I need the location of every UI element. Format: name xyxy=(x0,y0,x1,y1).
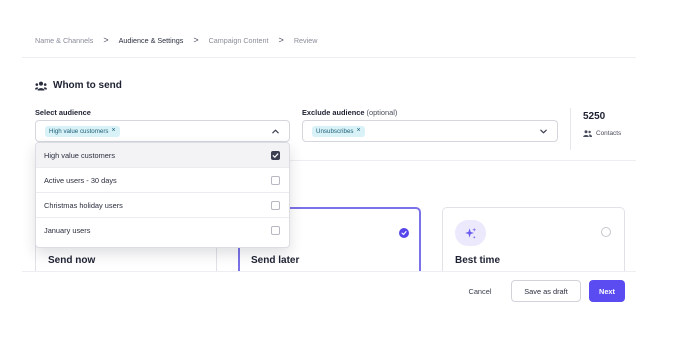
card-title: Send later xyxy=(251,255,300,266)
check-icon xyxy=(272,152,279,158)
select-audience-field[interactable]: High value customers × xyxy=(35,120,290,142)
check-icon xyxy=(401,231,407,236)
next-button[interactable]: Next xyxy=(589,280,625,302)
chevron-up-icon[interactable] xyxy=(271,127,280,136)
breadcrumb-separator-icon: > xyxy=(103,35,109,45)
breadcrumb-separator-icon: > xyxy=(193,35,199,45)
option-label: Christmas holiday users xyxy=(44,200,123,210)
contacts-label-text: Contacts xyxy=(596,130,622,137)
save-draft-button[interactable]: Save as draft xyxy=(511,280,581,302)
contacts-divider xyxy=(570,108,571,150)
dropdown-option[interactable]: January users xyxy=(36,218,289,243)
breadcrumb-name-channels[interactable]: Name & Channels xyxy=(35,36,93,45)
audience-chip-label: High value customers xyxy=(49,127,109,135)
chevron-down-icon[interactable] xyxy=(539,127,548,136)
exclude-audience-field[interactable]: Unsubscribes × xyxy=(302,120,558,142)
dropdown-option[interactable]: High value customers xyxy=(36,143,289,168)
contacts-icon xyxy=(583,130,592,137)
exclude-audience-label: Exclude audience (optional) xyxy=(302,108,397,117)
footer-divider xyxy=(22,271,636,272)
select-audience-label: Select audience xyxy=(35,108,91,117)
option-label: January users xyxy=(44,226,91,235)
optional-label: (optional) xyxy=(366,108,398,117)
card-title: Best time xyxy=(455,255,501,266)
breadcrumb-separator-icon: > xyxy=(278,35,284,45)
checkbox-checked[interactable] xyxy=(271,150,280,160)
cancel-button[interactable]: Cancel xyxy=(458,280,502,302)
checkbox[interactable] xyxy=(271,175,280,185)
breadcrumb: Name & Channels > Audience & Settings > … xyxy=(35,35,318,46)
checkbox[interactable] xyxy=(271,200,280,210)
sparkle-icon xyxy=(465,227,477,239)
option-label: High value customers xyxy=(44,150,116,160)
contacts-count: 5250 xyxy=(583,111,606,122)
header-divider xyxy=(22,57,636,58)
card-title: Send now xyxy=(48,255,96,266)
contacts-label: Contacts xyxy=(583,130,621,137)
breadcrumb-audience-settings[interactable]: Audience & Settings xyxy=(119,36,184,45)
card-best-time[interactable]: Best time xyxy=(442,207,625,271)
section-divider xyxy=(290,160,636,161)
users-group-icon xyxy=(35,81,47,90)
section-title: Whom to send xyxy=(35,80,122,91)
audience-dropdown: High value customers Active users - 30 d… xyxy=(35,142,290,248)
breadcrumb-review[interactable]: Review xyxy=(294,36,318,45)
option-label: Active users - 30 days xyxy=(44,175,117,185)
breadcrumb-campaign-content[interactable]: Campaign Content xyxy=(209,36,269,45)
audience-chip: High value customers × xyxy=(45,125,120,137)
exclude-chip-label: Unsubscribes xyxy=(316,127,354,135)
exclude-audience-label-text: Exclude audience xyxy=(302,108,365,117)
radio-selected[interactable] xyxy=(399,228,409,238)
exclude-chip: Unsubscribes × xyxy=(312,125,365,137)
dropdown-option[interactable]: Active users - 30 days xyxy=(36,168,289,193)
sparkle-badge xyxy=(455,220,486,246)
section-title-text: Whom to send xyxy=(53,80,122,91)
radio-unselected[interactable] xyxy=(601,227,611,237)
chip-remove-icon[interactable]: × xyxy=(357,127,361,134)
checkbox[interactable] xyxy=(271,226,280,235)
dropdown-option[interactable]: Christmas holiday users xyxy=(36,193,289,218)
chip-remove-icon[interactable]: × xyxy=(112,127,116,134)
